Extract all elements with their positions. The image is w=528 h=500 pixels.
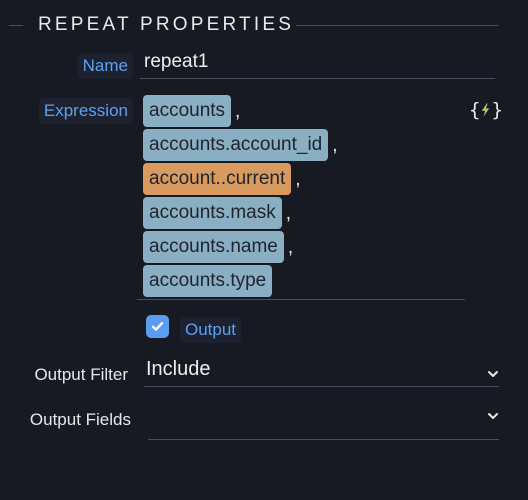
expression-token[interactable]: accounts.mask: [143, 197, 282, 229]
expression-editor-button[interactable]: { }: [469, 98, 503, 122]
token-separator: ,: [235, 101, 241, 122]
name-label: Name: [77, 53, 133, 79]
name-input[interactable]: repeat1: [140, 51, 495, 79]
expression-token[interactable]: accounts.name: [143, 231, 284, 263]
expression-token-row: accounts.name ,: [143, 229, 338, 263]
expression-token-row: accounts.mask ,: [143, 195, 338, 229]
expression-token[interactable]: accounts: [143, 95, 232, 127]
divider: [9, 25, 23, 26]
output-checkbox[interactable]: [146, 315, 169, 338]
expression-token[interactable]: accounts.account_id: [143, 129, 329, 161]
expression-token-row: accounts.type: [143, 263, 338, 297]
brace-close: }: [491, 99, 503, 121]
output-filter-select[interactable]: Include: [144, 358, 499, 387]
checkmark-icon: [151, 322, 164, 331]
token-separator: ,: [332, 135, 338, 156]
expression-token-invalid[interactable]: account..current: [143, 163, 292, 195]
output-fields-select[interactable]: [148, 403, 499, 440]
output-filter-value: Include: [146, 358, 211, 380]
expression-token-row: account..current ,: [143, 161, 338, 195]
expression-token-row: accounts ,: [143, 93, 338, 127]
output-fields-label: Output Fields: [29, 410, 131, 429]
chevron-down-icon: [488, 371, 498, 377]
chevron-down-icon: [488, 413, 498, 419]
repeat-properties-panel: REPEAT PROPERTIES Name repeat1 Expressio…: [0, 0, 528, 500]
token-separator: ,: [287, 237, 294, 258]
expression-input[interactable]: accounts , accounts.account_id , account…: [143, 93, 338, 297]
brace-open: {: [469, 99, 481, 121]
name-value: repeat1: [144, 51, 209, 72]
lightning-bolt-icon: [482, 103, 490, 117]
token-separator: ,: [285, 203, 292, 224]
expression-underline: [137, 299, 465, 300]
output-filter-label: Output Filter: [34, 365, 128, 384]
section-title: REPEAT PROPERTIES: [38, 14, 295, 35]
token-separator: ,: [295, 169, 301, 190]
output-label[interactable]: Output: [180, 317, 242, 343]
divider: [296, 25, 498, 26]
section-header: REPEAT PROPERTIES: [0, 12, 528, 40]
expression-token-row: accounts.account_id ,: [143, 127, 338, 161]
expression-label: Expression: [38, 98, 133, 124]
expression-token[interactable]: accounts.type: [143, 265, 273, 297]
